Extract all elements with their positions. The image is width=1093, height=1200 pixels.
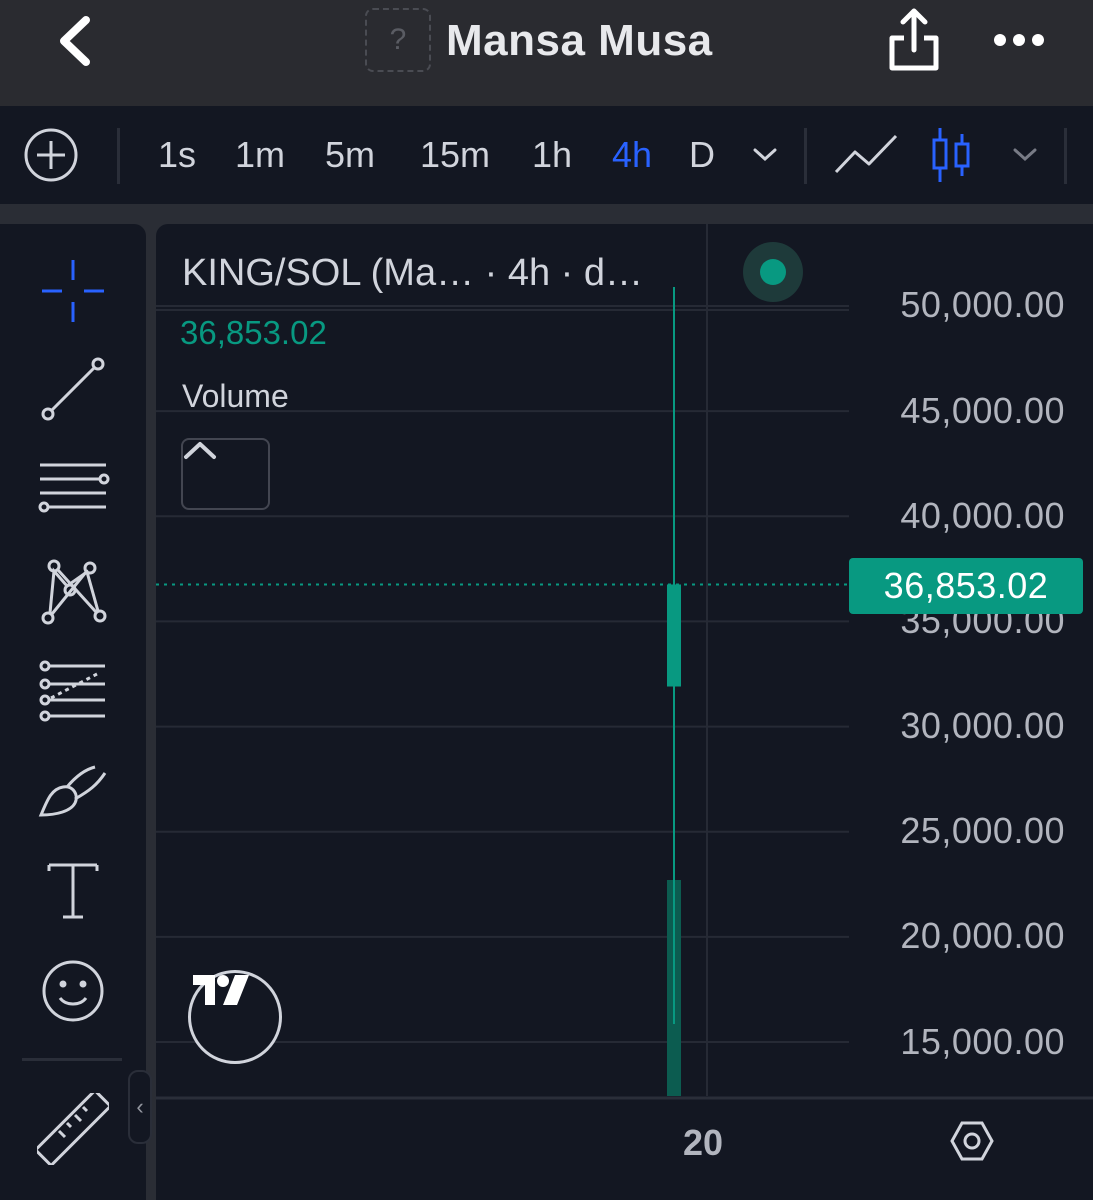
price-axis-label: 40,000.00: [900, 495, 1065, 536]
price-axis-label: 45,000.00: [900, 390, 1065, 431]
price-axis-label: 20,000.00: [900, 915, 1065, 956]
page-title: Mansa Musa: [446, 16, 713, 65]
share-icon[interactable]: [886, 8, 942, 72]
interval-1h[interactable]: 1h: [524, 106, 580, 204]
chart-pane[interactable]: KING/SOL (Ma… · 4h · d… 36,853.02 Volume…: [156, 224, 1093, 1200]
toolbar-divider: [804, 128, 807, 184]
back-chevron-icon[interactable]: [52, 16, 98, 66]
trend-line-icon[interactable]: [30, 346, 116, 432]
tradingview-logo[interactable]: [188, 970, 282, 1064]
toolbar-divider: [1064, 128, 1067, 184]
fib-icon[interactable]: [30, 650, 116, 736]
emoji-icon[interactable]: [30, 948, 116, 1034]
collapse-legend-button[interactable]: [181, 438, 270, 510]
avatar-placeholder: ?: [389, 23, 407, 56]
crosshair-icon[interactable]: [30, 248, 116, 334]
text-tool-icon[interactable]: [30, 848, 116, 934]
price-axis-label: 15,000.00: [900, 1021, 1065, 1062]
ruler-icon[interactable]: [30, 1086, 116, 1172]
tradingview-logo-icon: [193, 975, 249, 1005]
market-status-indicator[interactable]: [743, 242, 803, 302]
chevron-up-icon: [184, 442, 216, 459]
collapse-toolbar-chevron-left-icon[interactable]: ‹: [128, 1070, 152, 1144]
candle-body: [667, 584, 681, 687]
interval-1s[interactable]: 1s: [150, 106, 204, 204]
add-symbol-plus-icon[interactable]: [22, 106, 80, 204]
price-axis-label: 25,000.00: [900, 810, 1065, 851]
candles-icon[interactable]: [926, 106, 976, 204]
chart-toolbar: 1s 1m 5m 15m 1h 4h D: [0, 106, 1093, 214]
chart-settings-icon[interactable]: [949, 1118, 995, 1164]
toolbar-divider: [22, 1058, 122, 1061]
interval-15m[interactable]: 15m: [410, 106, 500, 204]
legend-last-value: 36,853.02: [180, 314, 327, 351]
chart-type-chevron-down-icon[interactable]: [1008, 106, 1042, 204]
brush-icon[interactable]: [30, 748, 116, 834]
current-price-tag: 36,853.02: [849, 558, 1083, 614]
legend-volume-label[interactable]: Volume: [182, 378, 289, 415]
drawing-toolbar: [0, 224, 146, 1200]
more-icon[interactable]: [992, 28, 1046, 52]
line-chart-icon[interactable]: [832, 106, 900, 204]
price-axis-label: 30,000.00: [900, 705, 1065, 746]
interval-1m[interactable]: 1m: [228, 106, 292, 204]
price-axis-label: 50,000.00: [900, 284, 1065, 325]
interval-d[interactable]: D: [682, 106, 722, 204]
pattern-icon[interactable]: [30, 548, 116, 634]
top-nav-bar: ? Mansa Musa: [0, 0, 1093, 106]
time-axis-label: 20: [683, 1122, 724, 1163]
legend-symbol[interactable]: KING/SOL (Ma… · 4h · d…: [182, 252, 643, 295]
interval-4h[interactable]: 4h: [602, 106, 662, 204]
interval-chevron-down-icon[interactable]: [748, 106, 782, 204]
interval-5m[interactable]: 5m: [316, 106, 384, 204]
horizontal-lines-icon[interactable]: [30, 448, 116, 534]
toolbar-divider: [117, 128, 120, 184]
avatar: ?: [365, 8, 431, 72]
status-dot-icon: [760, 259, 786, 285]
